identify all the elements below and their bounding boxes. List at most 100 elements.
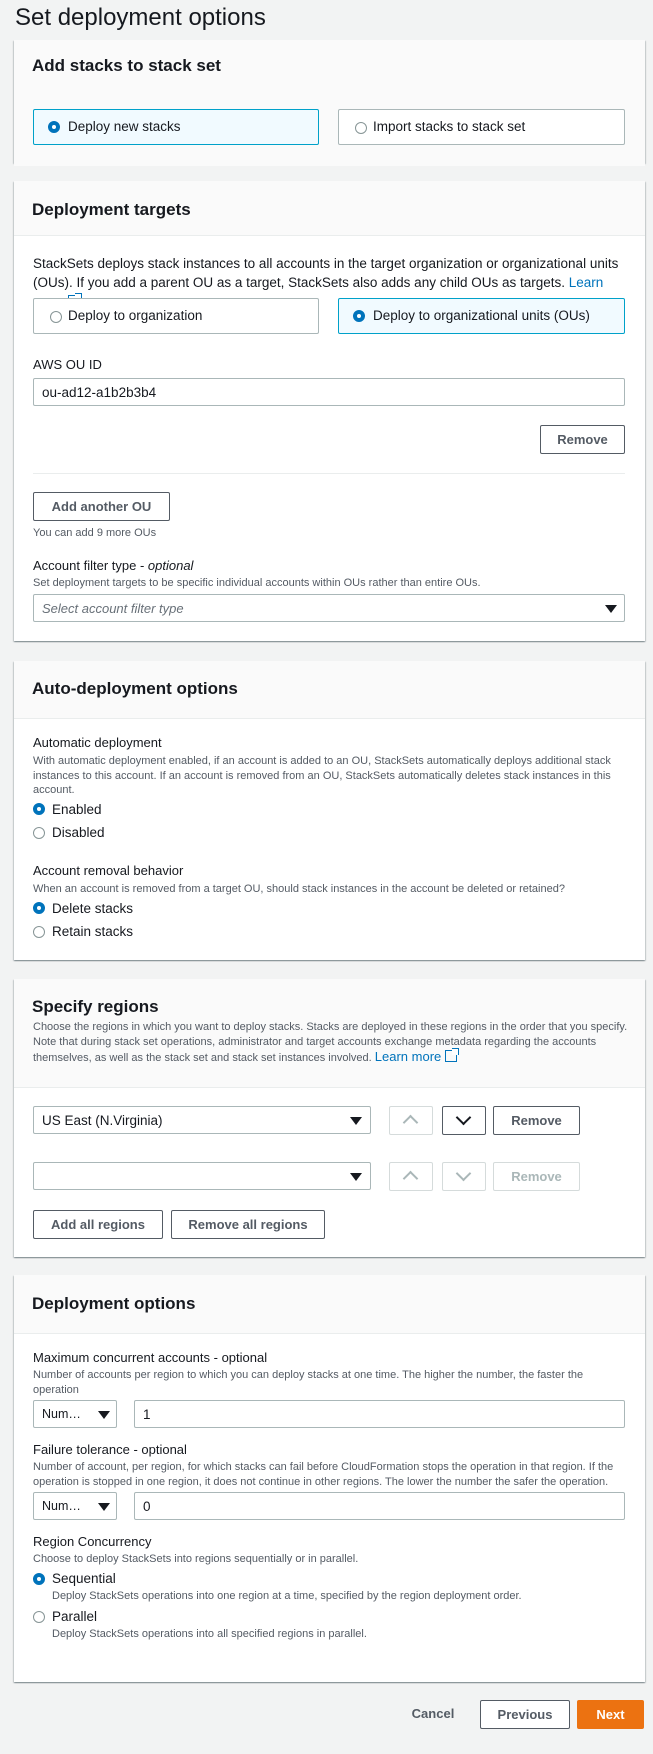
card-title: Deployment targets	[32, 200, 191, 219]
add-all-regions-button[interactable]: Add all regions	[33, 1210, 163, 1239]
move-down-button[interactable]	[442, 1106, 486, 1135]
auto-deploy-label: Automatic deployment	[33, 735, 162, 750]
failure-tolerance-input[interactable]: 0	[134, 1492, 625, 1520]
learn-more-link[interactable]: Learn more	[375, 1048, 460, 1064]
move-down-button[interactable]	[442, 1162, 486, 1191]
chevron-down-icon	[455, 1165, 472, 1182]
failure-tolerance-label: Failure tolerance - optional	[33, 1442, 187, 1457]
region-select-2[interactable]	[33, 1162, 371, 1190]
tile-label: Import stacks to stack set	[373, 119, 526, 134]
cancel-button[interactable]: Cancel	[400, 1700, 466, 1729]
type-value: Num…	[42, 1407, 81, 1421]
failure-tolerance-value: 0	[143, 1499, 151, 1514]
max-concurrent-label: Maximum concurrent accounts - optional	[33, 1350, 268, 1365]
ou-id-value: ou-ad12-a1b2b3b4	[42, 385, 157, 400]
tile-label: Deploy to organizational units (OUs)	[373, 308, 590, 323]
desc-line: Note that during stack set operations, a…	[33, 1035, 597, 1048]
ou-id-label: AWS OU ID	[33, 357, 102, 372]
sequential-label: Sequential	[52, 1571, 116, 1586]
caret-down-icon	[605, 605, 617, 613]
radio-disabled[interactable]	[33, 827, 45, 839]
region-value: US East (N.Virginia)	[42, 1113, 163, 1128]
parallel-label: Parallel	[52, 1609, 98, 1624]
ou-hint: You can add 9 more OUs	[33, 527, 157, 539]
failure-tolerance-desc: Number of account, per region, for which…	[33, 1460, 643, 1489]
remove-all-regions-button[interactable]: Remove all regions	[171, 1210, 325, 1239]
chevron-up-icon	[402, 1170, 419, 1187]
deployment-options-card: Deployment options Maximum concurrent ac…	[14, 1275, 645, 1682]
optional-tag: optional	[147, 558, 194, 573]
radio-deploy-new[interactable]	[48, 121, 60, 133]
remove-region-button[interactable]: Remove	[493, 1162, 580, 1191]
card-title: Specify regions	[32, 997, 159, 1016]
chevron-up-icon	[402, 1114, 419, 1131]
chevron-down-icon	[455, 1109, 472, 1126]
max-concurrent-desc: Number of accounts per region to which y…	[33, 1368, 633, 1397]
card-title: Deployment options	[32, 1294, 196, 1313]
caret-down-icon	[350, 1173, 362, 1181]
radio-sequential[interactable]	[33, 1573, 45, 1585]
desc-line: account.	[33, 784, 75, 796]
caret-down-icon	[350, 1117, 362, 1125]
import-stacks-tile[interactable]: Import stacks to stack set	[338, 109, 625, 145]
move-up-button[interactable]	[389, 1162, 433, 1191]
move-up-button[interactable]	[389, 1106, 433, 1135]
radio-enabled[interactable]	[33, 803, 45, 815]
deploy-new-stacks-tile[interactable]: Deploy new stacks	[33, 109, 319, 145]
deploy-to-ous-tile[interactable]: Deploy to organizational units (OUs)	[338, 298, 625, 334]
account-filter-label: Account filter type - optional	[33, 558, 193, 573]
caret-down-icon	[98, 1411, 110, 1419]
region-concurrency-label: Region Concurrency	[33, 1534, 152, 1549]
radio-deploy-ous[interactable]	[353, 310, 365, 322]
card-title: Add stacks to stack set	[32, 56, 221, 75]
removal-behavior-desc: When an account is removed from a target…	[33, 883, 565, 895]
desc-line: operation is stopped in one region, it d…	[33, 1475, 609, 1488]
desc-line: StackSets deploys stack instances to all…	[33, 256, 619, 271]
radio-parallel[interactable]	[33, 1611, 45, 1623]
add-another-ou-button[interactable]: Add another OU	[33, 492, 170, 521]
max-concurrent-type-select[interactable]: Num…	[33, 1400, 117, 1428]
region-concurrency-desc: Choose to deploy StackSets into regions …	[33, 1553, 359, 1565]
radio-deploy-org[interactable]	[50, 311, 62, 323]
specify-regions-card: Specify regions Choose the regions in wh…	[14, 979, 645, 1257]
delete-stacks-label: Delete stacks	[52, 901, 134, 916]
max-concurrent-input[interactable]: 1	[134, 1400, 625, 1428]
auto-deploy-desc: With automatic deployment enabled, if an…	[33, 754, 633, 798]
max-concurrent-value: 1	[143, 1407, 151, 1422]
auto-deployment-card: Auto-deployment options Automatic deploy…	[14, 661, 645, 960]
radio-import[interactable]	[355, 122, 367, 134]
enabled-label: Enabled	[52, 802, 102, 817]
next-button[interactable]: Next	[577, 1700, 644, 1729]
failure-tolerance-type-select[interactable]: Num…	[33, 1492, 117, 1520]
account-filter-desc: Set deployment targets to be specific in…	[33, 577, 481, 589]
desc-line: Choose the regions in which you want to …	[33, 1021, 628, 1033]
desc-line: Number of accounts per region to which y…	[33, 1369, 584, 1381]
learn-more-text[interactable]: Learn more	[375, 1049, 441, 1064]
card-title: Auto-deployment options	[32, 679, 238, 698]
desc-line: Number of account, per region, for which…	[33, 1461, 614, 1473]
disabled-label: Disabled	[52, 825, 105, 840]
type-value: Num…	[42, 1499, 81, 1513]
account-filter-select[interactable]: Select account filter type	[33, 594, 625, 622]
previous-button[interactable]: Previous	[480, 1700, 570, 1729]
radio-delete-stacks[interactable]	[33, 902, 45, 914]
remove-region-button[interactable]: Remove	[493, 1106, 580, 1135]
parallel-desc: Deploy StackSets operations into all spe…	[52, 1628, 367, 1640]
external-link-icon	[445, 1048, 460, 1062]
radio-retain-stacks[interactable]	[33, 926, 45, 938]
tile-label: Deploy to organization	[68, 308, 203, 323]
sequential-desc: Deploy StackSets operations into one reg…	[52, 1590, 522, 1602]
ou-id-input[interactable]: ou-ad12-a1b2b3b4	[33, 378, 625, 406]
remove-ou-button[interactable]: Remove	[540, 425, 625, 454]
divider	[33, 473, 625, 474]
filter-label-text: Account filter type -	[33, 558, 145, 573]
filter-placeholder: Select account filter type	[42, 601, 184, 616]
desc-line: (OUs). If you add a parent OU as a targe…	[33, 275, 565, 290]
page-title: Set deployment options	[15, 4, 266, 31]
tile-label: Deploy new stacks	[68, 119, 181, 134]
desc-line: operation	[33, 1383, 79, 1396]
desc-line: With automatic deployment enabled, if an…	[33, 755, 611, 767]
region-select-1[interactable]: US East (N.Virginia)	[33, 1106, 371, 1134]
desc-line: instances to this account. If an account…	[33, 769, 611, 782]
deploy-to-org-tile[interactable]: Deploy to organization	[33, 298, 319, 334]
